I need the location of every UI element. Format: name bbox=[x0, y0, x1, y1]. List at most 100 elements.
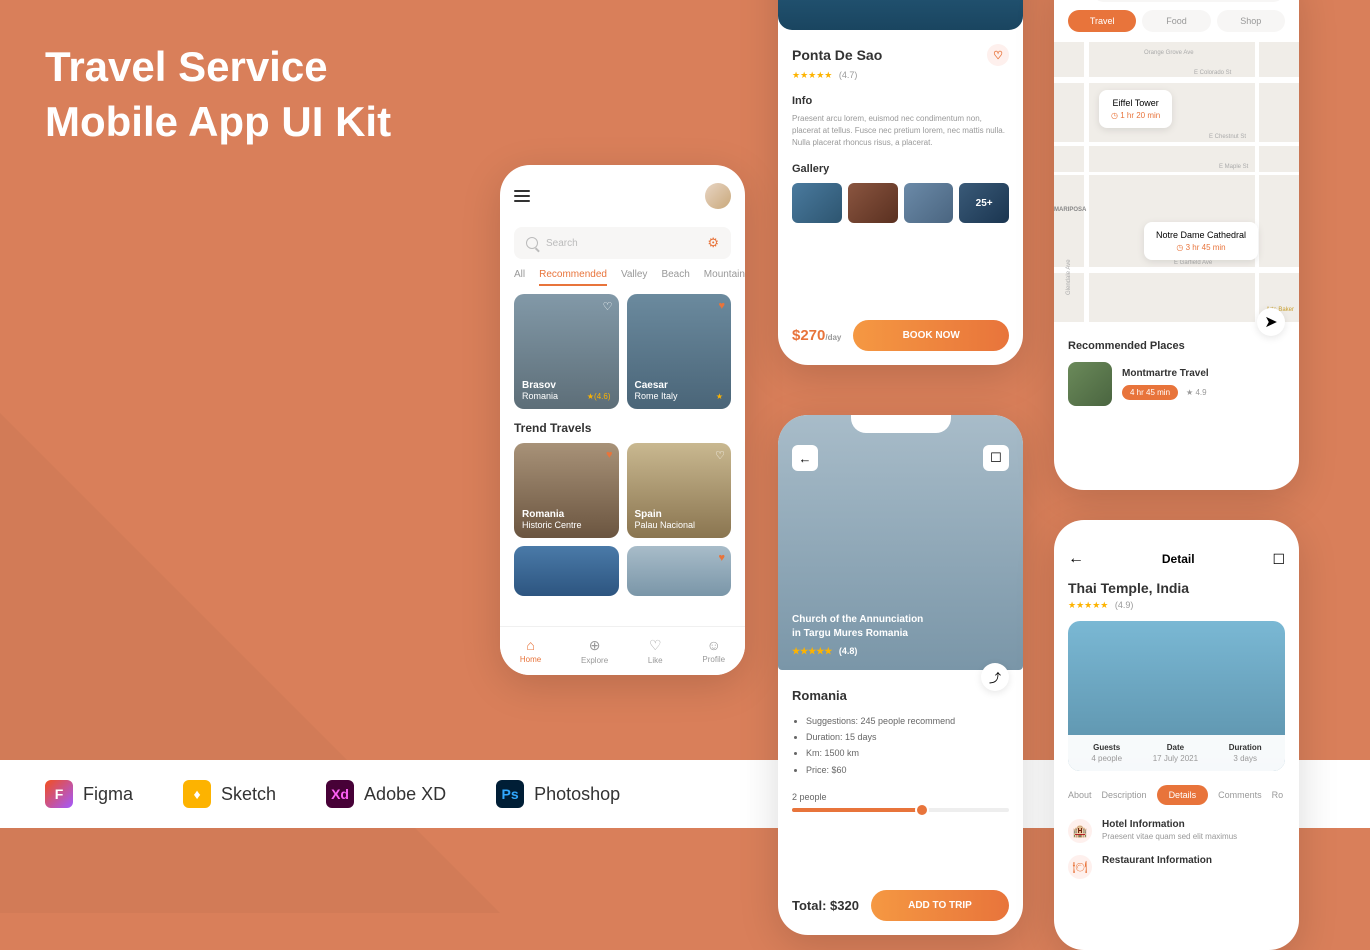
gallery-image[interactable] bbox=[792, 183, 842, 223]
detail-tabs: About Description Details Comments Ro bbox=[1068, 785, 1285, 805]
total-label: Total: $320 bbox=[792, 898, 859, 913]
trip-details: Suggestions: 245 people recommend Durati… bbox=[792, 713, 1009, 778]
recommendation-card[interactable]: Montmartre Travel 4 hr 45 min ★ 4.9 bbox=[1068, 362, 1285, 406]
tool-sketch: ♦Sketch bbox=[183, 780, 276, 808]
phone-booking-detail: ← Detail ☐ Thai Temple, India ★★★★★ (4.9… bbox=[1054, 520, 1299, 950]
country-label: Romania bbox=[792, 688, 1009, 703]
price-label: $270/day bbox=[792, 327, 841, 344]
bottom-nav: ⌂Home ⊕Explore ♡Like ☺Profile bbox=[500, 626, 745, 675]
destination-card[interactable]: ♡ BrasovRomania ★(4.6) bbox=[514, 294, 619, 409]
locate-button[interactable]: ➤ bbox=[1257, 308, 1285, 336]
section-title: Trend Travels bbox=[500, 409, 745, 443]
bookmark-button[interactable]: ☐ bbox=[983, 445, 1009, 471]
tab-comments[interactable]: Comments bbox=[1218, 790, 1262, 800]
map-poi[interactable]: Eiffel Tower ◷ 1 hr 20 min bbox=[1099, 90, 1172, 128]
hero-image: ← ☐ Church of the Annunciation in Targu … bbox=[778, 415, 1023, 670]
trend-card[interactable] bbox=[514, 546, 619, 596]
hero-title: Church of the Annunciation in Targu Mure… bbox=[792, 613, 923, 658]
trend-card[interactable]: ♥ RomaniaHistoric Centre bbox=[514, 443, 619, 538]
info-label: Info bbox=[792, 95, 1009, 107]
tab-valley[interactable]: Valley bbox=[621, 269, 648, 286]
figma-icon: F bbox=[45, 780, 73, 808]
tab-recommended[interactable]: Recommended bbox=[539, 269, 607, 286]
ps-icon: Ps bbox=[496, 780, 524, 808]
tab-description[interactable]: Description bbox=[1102, 790, 1147, 800]
hero-image bbox=[778, 0, 1023, 30]
sketch-icon: ♦ bbox=[183, 780, 211, 808]
map-search-input[interactable]: Paris, France bbox=[1092, 0, 1285, 2]
heart-icon: ♡ bbox=[649, 637, 662, 654]
page-title: Detail bbox=[1162, 552, 1195, 566]
category-pill-travel[interactable]: Travel bbox=[1068, 10, 1136, 32]
place-title: Ponta De Sao ♡ bbox=[792, 44, 1009, 66]
page-title: Travel Service Mobile App UI Kit bbox=[45, 40, 391, 149]
filter-icon[interactable]: ⚙ bbox=[707, 235, 719, 251]
gallery-image[interactable] bbox=[848, 183, 898, 223]
tab-about[interactable]: About bbox=[1068, 790, 1092, 800]
rating-stars: ★★★★★ (4.9) bbox=[1068, 600, 1285, 611]
heart-icon[interactable]: ♥ bbox=[606, 449, 613, 461]
bookmark-icon[interactable]: ☐ bbox=[1272, 551, 1285, 568]
book-button[interactable]: BOOK NOW bbox=[853, 320, 1009, 351]
clock-icon: ◷ 1 hr 20 min bbox=[1111, 111, 1160, 120]
section-title: Recommended Places bbox=[1068, 340, 1285, 352]
phone-home: Search ⚙ All Recommended Valley Beach Mo… bbox=[500, 165, 745, 675]
map-view[interactable]: Orange Grove Ave E Colorado St E Chestnu… bbox=[1054, 42, 1299, 322]
clock-icon: ◷ 3 hr 45 min bbox=[1156, 243, 1246, 252]
user-icon: ☺ bbox=[707, 637, 721, 653]
search-input[interactable]: Search ⚙ bbox=[514, 227, 731, 259]
search-icon bbox=[526, 237, 538, 249]
tab-more[interactable]: Ro bbox=[1272, 790, 1284, 800]
trend-card[interactable]: ♥ bbox=[627, 546, 732, 596]
tab-details[interactable]: Details bbox=[1157, 785, 1209, 805]
place-thumbnail bbox=[1068, 362, 1112, 406]
category-tabs: All Recommended Valley Beach Mountains bbox=[500, 269, 745, 294]
booking-info-bar: Guests4 people Date17 July 2021 Duration… bbox=[1068, 735, 1285, 771]
tool-xd: XdAdobe XD bbox=[326, 780, 446, 808]
avatar[interactable] bbox=[705, 183, 731, 209]
gallery-image[interactable] bbox=[904, 183, 954, 223]
rating-stars: ★★★★★ (4.7) bbox=[792, 70, 1009, 81]
phone-trip: ← ☐ Church of the Annunciation in Targu … bbox=[778, 415, 1023, 935]
back-button[interactable]: ← bbox=[792, 445, 818, 471]
heart-icon[interactable]: ♡ bbox=[603, 300, 613, 313]
tab-mountains[interactable]: Mountains bbox=[704, 269, 745, 286]
xd-icon: Xd bbox=[326, 780, 354, 808]
hotel-icon: 🏨 bbox=[1068, 819, 1092, 843]
phone-detail: Ponta De Sao ♡ ★★★★★ (4.7) Info Praesent… bbox=[778, 0, 1023, 365]
add-trip-button[interactable]: ADD TO TRIP bbox=[871, 890, 1009, 921]
gallery-label: Gallery bbox=[792, 163, 1009, 175]
place-image: Guests4 people Date17 July 2021 Duration… bbox=[1068, 621, 1285, 771]
home-icon: ⌂ bbox=[526, 637, 534, 653]
map-poi[interactable]: Notre Dame Cathedral ◷ 3 hr 45 min bbox=[1144, 222, 1258, 260]
nav-like[interactable]: ♡Like bbox=[648, 637, 663, 665]
people-slider[interactable]: 2 people bbox=[792, 792, 1009, 812]
place-title: Thai Temple, India bbox=[1068, 580, 1285, 596]
gallery-more[interactable]: 25+ bbox=[959, 183, 1009, 223]
star-icon: ★ 4.9 bbox=[1186, 388, 1207, 397]
trend-card[interactable]: ♡ SpainPalau Nacional bbox=[627, 443, 732, 538]
category-pill-shop[interactable]: Shop bbox=[1217, 10, 1285, 32]
back-icon[interactable]: ← bbox=[1068, 550, 1084, 568]
nav-home[interactable]: ⌂Home bbox=[520, 637, 541, 665]
share-button[interactable]: ⤴ bbox=[981, 663, 1009, 691]
category-pill-food[interactable]: Food bbox=[1142, 10, 1210, 32]
nav-explore[interactable]: ⊕Explore bbox=[581, 637, 608, 665]
tab-all[interactable]: All bbox=[514, 269, 525, 286]
restaurant-icon: 🍽 bbox=[1068, 855, 1092, 879]
heart-icon[interactable]: ♥ bbox=[718, 300, 725, 312]
phone-map: ← Paris, France Travel Food Shop Orange … bbox=[1054, 0, 1299, 490]
destination-card[interactable]: ♥ CaesarRome Italy ★ bbox=[627, 294, 732, 409]
menu-icon[interactable] bbox=[514, 190, 530, 202]
info-item[interactable]: 🍽 Restaurant Information bbox=[1068, 855, 1285, 879]
tool-figma: FFigma bbox=[45, 780, 133, 808]
tab-beach[interactable]: Beach bbox=[661, 269, 689, 286]
nav-profile[interactable]: ☺Profile bbox=[702, 637, 725, 665]
tool-ps: PsPhotoshop bbox=[496, 780, 620, 808]
heart-icon[interactable]: ♥ bbox=[718, 552, 725, 564]
heart-icon[interactable]: ♡ bbox=[715, 449, 725, 462]
info-item[interactable]: 🏨 Hotel InformationPraesent vitae quam s… bbox=[1068, 819, 1285, 843]
compass-icon: ⊕ bbox=[589, 637, 601, 654]
favorite-button[interactable]: ♡ bbox=[987, 44, 1009, 66]
rating-badge: ★ bbox=[716, 392, 723, 401]
